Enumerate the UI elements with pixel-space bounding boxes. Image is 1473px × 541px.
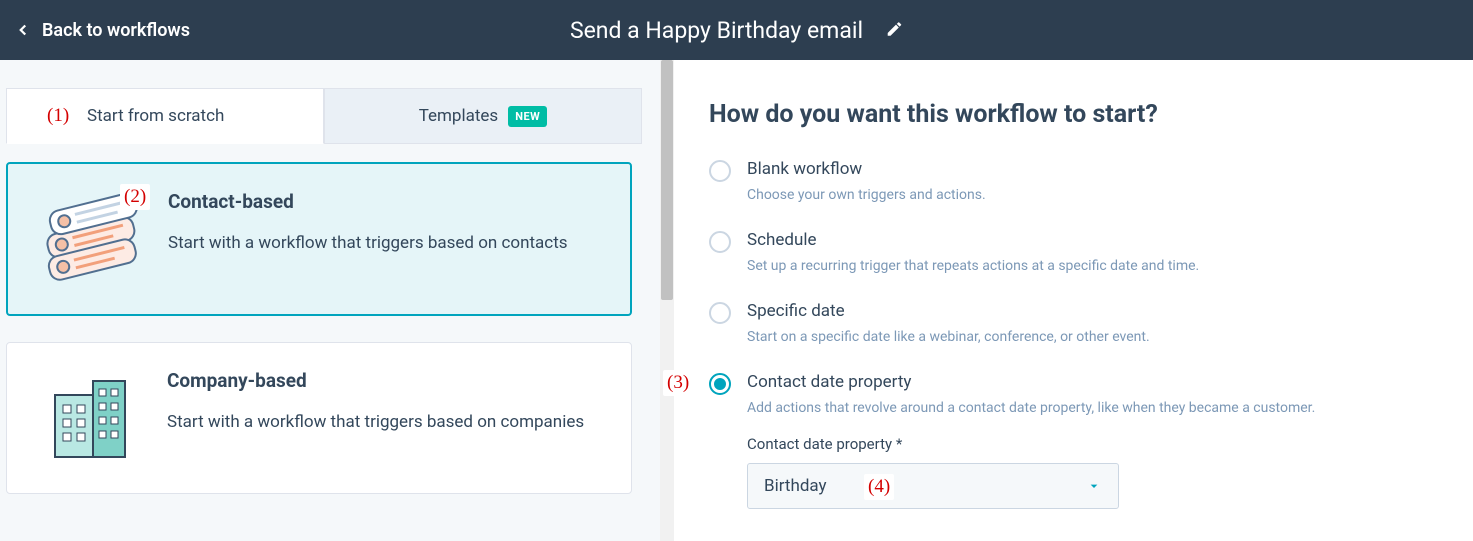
contact-date-property-select[interactable]: Birthday (4) [747,463,1119,509]
radio-text: Blank workflow Choose your own triggers … [747,159,986,206]
scrollbar-thumb[interactable] [661,60,673,300]
card-body: Contact-based Start with a workflow that… [168,190,568,286]
card-company-based[interactable]: Company-based Start with a workflow that… [6,342,632,494]
right-panel: How do you want this workflow to start? … [668,60,1473,541]
back-label: Back to workflows [42,20,190,41]
option-desc: Start on a specific date like a webinar,… [747,327,1150,348]
option-blank-workflow[interactable]: Blank workflow Choose your own triggers … [709,159,1433,206]
card-title: Contact-based [168,190,568,213]
card-contact-based[interactable]: (2) [6,162,632,316]
contact-card-icon [32,190,144,286]
pencil-icon [885,20,903,38]
workflow-title-area: Send a Happy Birthday email [570,0,903,60]
back-to-workflows-link[interactable]: Back to workflows [14,20,190,41]
radio-specific-date[interactable] [709,302,731,324]
tab-start-from-scratch[interactable]: (1) Start from scratch [6,88,324,144]
top-bar: Back to workflows Send a Happy Birthday … [0,0,1473,60]
radio-blank[interactable] [709,160,731,182]
tab-label-scratch: Start from scratch [87,106,224,126]
contact-date-property-field: Contact date property * Birthday (4) [747,435,1433,509]
radio-schedule[interactable] [709,231,731,253]
card-desc: Start with a workflow that triggers base… [167,408,584,436]
tab-templates[interactable]: Templates NEW [324,88,642,144]
option-title: Contact date property [747,372,1315,392]
option-specific-date[interactable]: Specific date Start on a specific date l… [709,301,1433,348]
scrollbar-track[interactable] [660,60,674,541]
annotation-1: (1) [43,103,73,129]
chevron-left-icon [14,21,32,39]
option-title: Specific date [747,301,1150,321]
card-title: Company-based [167,369,584,392]
annotation-4: (4) [864,474,894,500]
option-title: Blank workflow [747,159,986,179]
select-value: Birthday [764,476,827,496]
card-body: Company-based Start with a workflow that… [167,369,584,465]
left-panel: (1) Start from scratch Templates NEW (2) [0,60,668,541]
radio-text: Specific date Start on a specific date l… [747,301,1150,348]
company-card-icon [31,369,143,465]
option-desc: Choose your own triggers and actions. [747,185,986,206]
panel-heading: How do you want this workflow to start? [709,100,1433,129]
new-badge: NEW [508,106,547,127]
option-desc: Add actions that revolve around a contac… [747,398,1315,419]
workflow-title: Send a Happy Birthday email [570,17,863,44]
option-title: Schedule [747,230,1199,250]
card-desc: Start with a workflow that triggers base… [168,229,568,257]
option-contact-date-property[interactable]: (3) Contact date property Add actions th… [709,372,1433,419]
tab-label-templates: Templates [419,106,499,126]
option-schedule[interactable]: Schedule Set up a recurring trigger that… [709,230,1433,277]
workflow-type-cards: (2) [6,162,632,494]
radio-text: Contact date property Add actions that r… [747,372,1315,419]
field-label: Contact date property * [747,435,1433,453]
radio-contact-date-property[interactable] [709,373,731,395]
option-desc: Set up a recurring trigger that repeats … [747,256,1199,277]
edit-title-button[interactable] [885,17,903,44]
radio-text: Schedule Set up a recurring trigger that… [747,230,1199,277]
creation-tabs: (1) Start from scratch Templates NEW [6,88,654,144]
caret-down-icon [1086,478,1102,494]
content: (1) Start from scratch Templates NEW (2) [0,60,1473,541]
